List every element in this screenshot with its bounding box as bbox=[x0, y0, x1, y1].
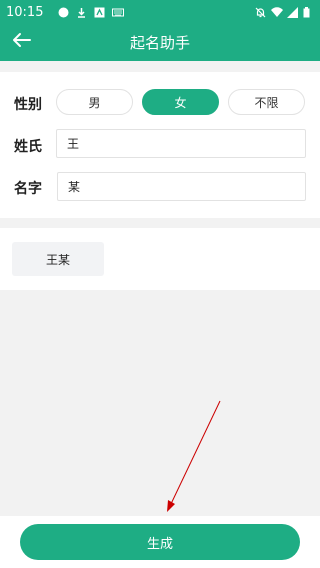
generate-button[interactable]: 生成 bbox=[20, 524, 300, 560]
back-button[interactable] bbox=[10, 32, 32, 52]
wifi-icon bbox=[271, 6, 283, 18]
battery-icon bbox=[303, 6, 314, 18]
gender-label: 性别 bbox=[14, 97, 42, 113]
surname-input[interactable]: 王 bbox=[56, 129, 306, 158]
gender-option-male[interactable]: 男 bbox=[56, 89, 133, 115]
given-name-input[interactable]: 某 bbox=[57, 172, 306, 201]
bottom-bar: 生成 bbox=[0, 516, 320, 568]
circle-icon bbox=[58, 7, 69, 18]
results-panel: 王某 bbox=[0, 228, 320, 290]
status-time: 10:15 bbox=[6, 4, 44, 20]
download-icon bbox=[76, 7, 87, 18]
result-chip[interactable]: 王某 bbox=[12, 242, 104, 276]
bell-off-icon bbox=[255, 7, 266, 18]
app-bar: 起名助手 bbox=[0, 24, 320, 61]
keyboard-icon bbox=[112, 7, 125, 18]
status-bar: 10:15 bbox=[0, 0, 320, 24]
gender-option-any[interactable]: 不限 bbox=[228, 89, 305, 115]
app-icon bbox=[94, 7, 105, 18]
surname-label: 姓氏 bbox=[14, 139, 42, 155]
name-form: 性别 男 女 不限 姓氏 王 名字 某 bbox=[0, 72, 320, 218]
page-title: 起名助手 bbox=[129, 34, 190, 52]
arrow-left-icon bbox=[11, 32, 31, 52]
given-name-label: 名字 bbox=[14, 181, 42, 197]
signal-icon bbox=[287, 6, 298, 18]
gender-option-female[interactable]: 女 bbox=[142, 89, 219, 115]
